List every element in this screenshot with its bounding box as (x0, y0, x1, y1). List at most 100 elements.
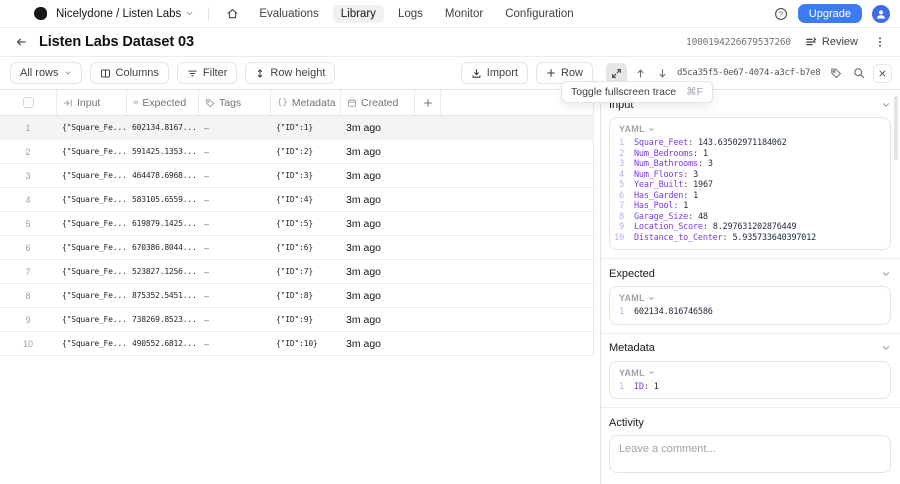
back-button[interactable] (12, 33, 30, 51)
cell-expected: 875352.5451... (132, 291, 197, 300)
cell-input: {"Square_Fe... (62, 171, 126, 180)
plus-icon (423, 98, 433, 108)
column-header-created[interactable]: Created (340, 90, 414, 115)
table-row[interactable]: 9 {"Square_Fe... 738269.8523... – {"ID":… (0, 308, 593, 332)
help-icon[interactable]: ? (774, 7, 788, 21)
table-toolbar: All rows Columns Filter Row height Impor… (0, 57, 601, 90)
table-row[interactable]: 7 {"Square_Fe... 523827.1256... – {"ID":… (0, 260, 593, 284)
columns-button[interactable]: Columns (89, 62, 169, 84)
select-all-checkbox[interactable] (22, 97, 34, 108)
upgrade-button[interactable]: Upgrade (797, 4, 862, 23)
yaml-value: 1 (683, 201, 689, 211)
yaml-format-dropdown[interactable]: YAML (610, 123, 890, 138)
filter-button[interactable]: Filter (176, 62, 238, 84)
chevron-down-icon (881, 343, 891, 353)
column-header-metadata[interactable]: {} Metadata (270, 90, 340, 115)
chevron-down-icon (185, 9, 194, 18)
next-row-button[interactable] (653, 64, 671, 82)
table-row[interactable]: 3 {"Square_Fe... 464478.6968... – {"ID":… (0, 164, 593, 188)
expected-section-header[interactable]: Expected (609, 264, 891, 283)
cell-input: {"Square_Fe... (62, 291, 126, 300)
user-avatar[interactable] (872, 4, 890, 23)
section-title: Metadata (609, 342, 655, 354)
previous-row-button[interactable] (631, 64, 649, 82)
home-icon (226, 7, 239, 20)
row-number: 3 (25, 170, 31, 181)
row-number: 10 (22, 338, 33, 349)
fullscreen-tooltip: Toggle fullscreen trace ⌘F (561, 81, 713, 103)
cell-created: 3m ago (346, 169, 382, 182)
row-height-button[interactable]: Row height (245, 62, 336, 84)
line-number: 5 (619, 180, 624, 190)
titlebar-right: 1000194226679537260 Review (686, 36, 888, 48)
row-height-label: Row height (270, 67, 326, 79)
panel-scrollbar[interactable] (894, 96, 898, 160)
cell-input: {"Square_Fe... (62, 267, 126, 276)
cell-input: {"Square_Fe... (62, 123, 126, 132)
tooltip-label: Toggle fullscreen trace (571, 86, 677, 98)
cell-input: {"Square_Fe... (62, 147, 126, 156)
comment-input[interactable] (609, 435, 891, 473)
table-row[interactable]: 8 {"Square_Fe... 875352.5451... – {"ID":… (0, 284, 593, 308)
add-column-button[interactable] (414, 90, 440, 115)
yaml-line: 1 ID 1 (610, 382, 890, 393)
column-header-input[interactable]: Input (56, 90, 126, 115)
yaml-key: Num_Bathrooms (634, 159, 703, 170)
line-number: 7 (619, 201, 624, 211)
home-button[interactable] (221, 4, 243, 24)
yaml-label: YAML (619, 293, 645, 303)
yaml-format-dropdown[interactable]: YAML (610, 292, 890, 307)
yaml-key: Garage_Size (634, 212, 693, 223)
nav-item-monitor[interactable]: Monitor (437, 5, 491, 23)
nav-item-evaluations[interactable]: Evaluations (251, 5, 326, 23)
search-icon (853, 67, 865, 79)
nav-item-library[interactable]: Library (332, 4, 384, 23)
table-row[interactable]: 6 {"Square_Fe... 670386.8044... – {"ID":… (0, 236, 593, 260)
yaml-value: 143.63502971184062 (698, 138, 787, 148)
yaml-line: 10 Distance_to_Center 5.935733640397012 (610, 233, 890, 244)
yaml-key: Num_Floors (634, 170, 688, 181)
input-yaml-editor[interactable]: YAML 1 Square_Feet 143.63502971184062 2 Num… (609, 117, 891, 250)
yaml-value: 1967 (693, 180, 713, 190)
more-options-button[interactable] (872, 36, 888, 48)
yaml-format-dropdown[interactable]: YAML (610, 367, 890, 382)
row-uuid: d5ca35f5-0e67-4074-a3cf-b7e89fddbcff (677, 68, 821, 78)
cell-metadata: {"ID":2} (276, 147, 313, 156)
tags-button[interactable] (827, 64, 845, 82)
table-row[interactable]: 10 {"Square_Fe... 490552.6812... – {"ID"… (0, 332, 593, 356)
org-name: Nicelydone / Listen Labs (56, 7, 182, 20)
select-all-cell (0, 90, 56, 115)
org-switcher[interactable]: Nicelydone / Listen Labs (56, 8, 194, 20)
chevron-down-icon (648, 126, 655, 133)
expected-yaml-editor[interactable]: YAML 1 602134.816746586 (609, 286, 891, 325)
cell-expected: 738269.8523... (132, 315, 197, 324)
search-button[interactable] (850, 64, 868, 82)
column-header-expected[interactable]: = Expected (126, 90, 198, 115)
import-button[interactable]: Import (460, 62, 528, 84)
cell-expected: 619879.1425... (132, 219, 197, 228)
table-row[interactable]: 1 {"Square_Fe... 602134.8167... – {"ID":… (0, 116, 593, 140)
plus-icon (546, 68, 556, 78)
metadata-yaml-editor[interactable]: YAML 1 ID 1 (609, 360, 891, 399)
yaml-line: 2 Num_Bedrooms 1 (610, 149, 890, 160)
review-icon (805, 36, 817, 48)
close-panel-button[interactable] (873, 63, 892, 83)
yaml-label: YAML (619, 124, 645, 134)
review-button[interactable]: Review (805, 36, 858, 48)
nav-item-logs[interactable]: Logs (390, 5, 431, 23)
yaml-line: 5 Year_Built 1967 (610, 180, 890, 191)
cell-created: 3m ago (346, 289, 382, 302)
line-number: 3 (619, 159, 624, 169)
cell-created: 3m ago (346, 241, 382, 254)
table-row[interactable]: 2 {"Square_Fe... 591425.1353... – {"ID":… (0, 140, 593, 164)
table-row[interactable]: 5 {"Square_Fe... 619879.1425... – {"ID":… (0, 212, 593, 236)
row-height-icon (255, 68, 265, 79)
table-row[interactable]: 4 {"Square_Fe... 583105.6559... – {"ID":… (0, 188, 593, 212)
column-header-tags[interactable]: Tags (198, 90, 270, 115)
nav-item-configuration[interactable]: Configuration (497, 5, 581, 23)
metadata-section-header[interactable]: Metadata (609, 339, 891, 358)
cell-metadata: {"ID":6} (276, 243, 313, 252)
filter-icon (187, 68, 198, 79)
cell-expected: 583105.6559... (132, 195, 197, 204)
rows-filter-dropdown[interactable]: All rows (10, 62, 82, 84)
